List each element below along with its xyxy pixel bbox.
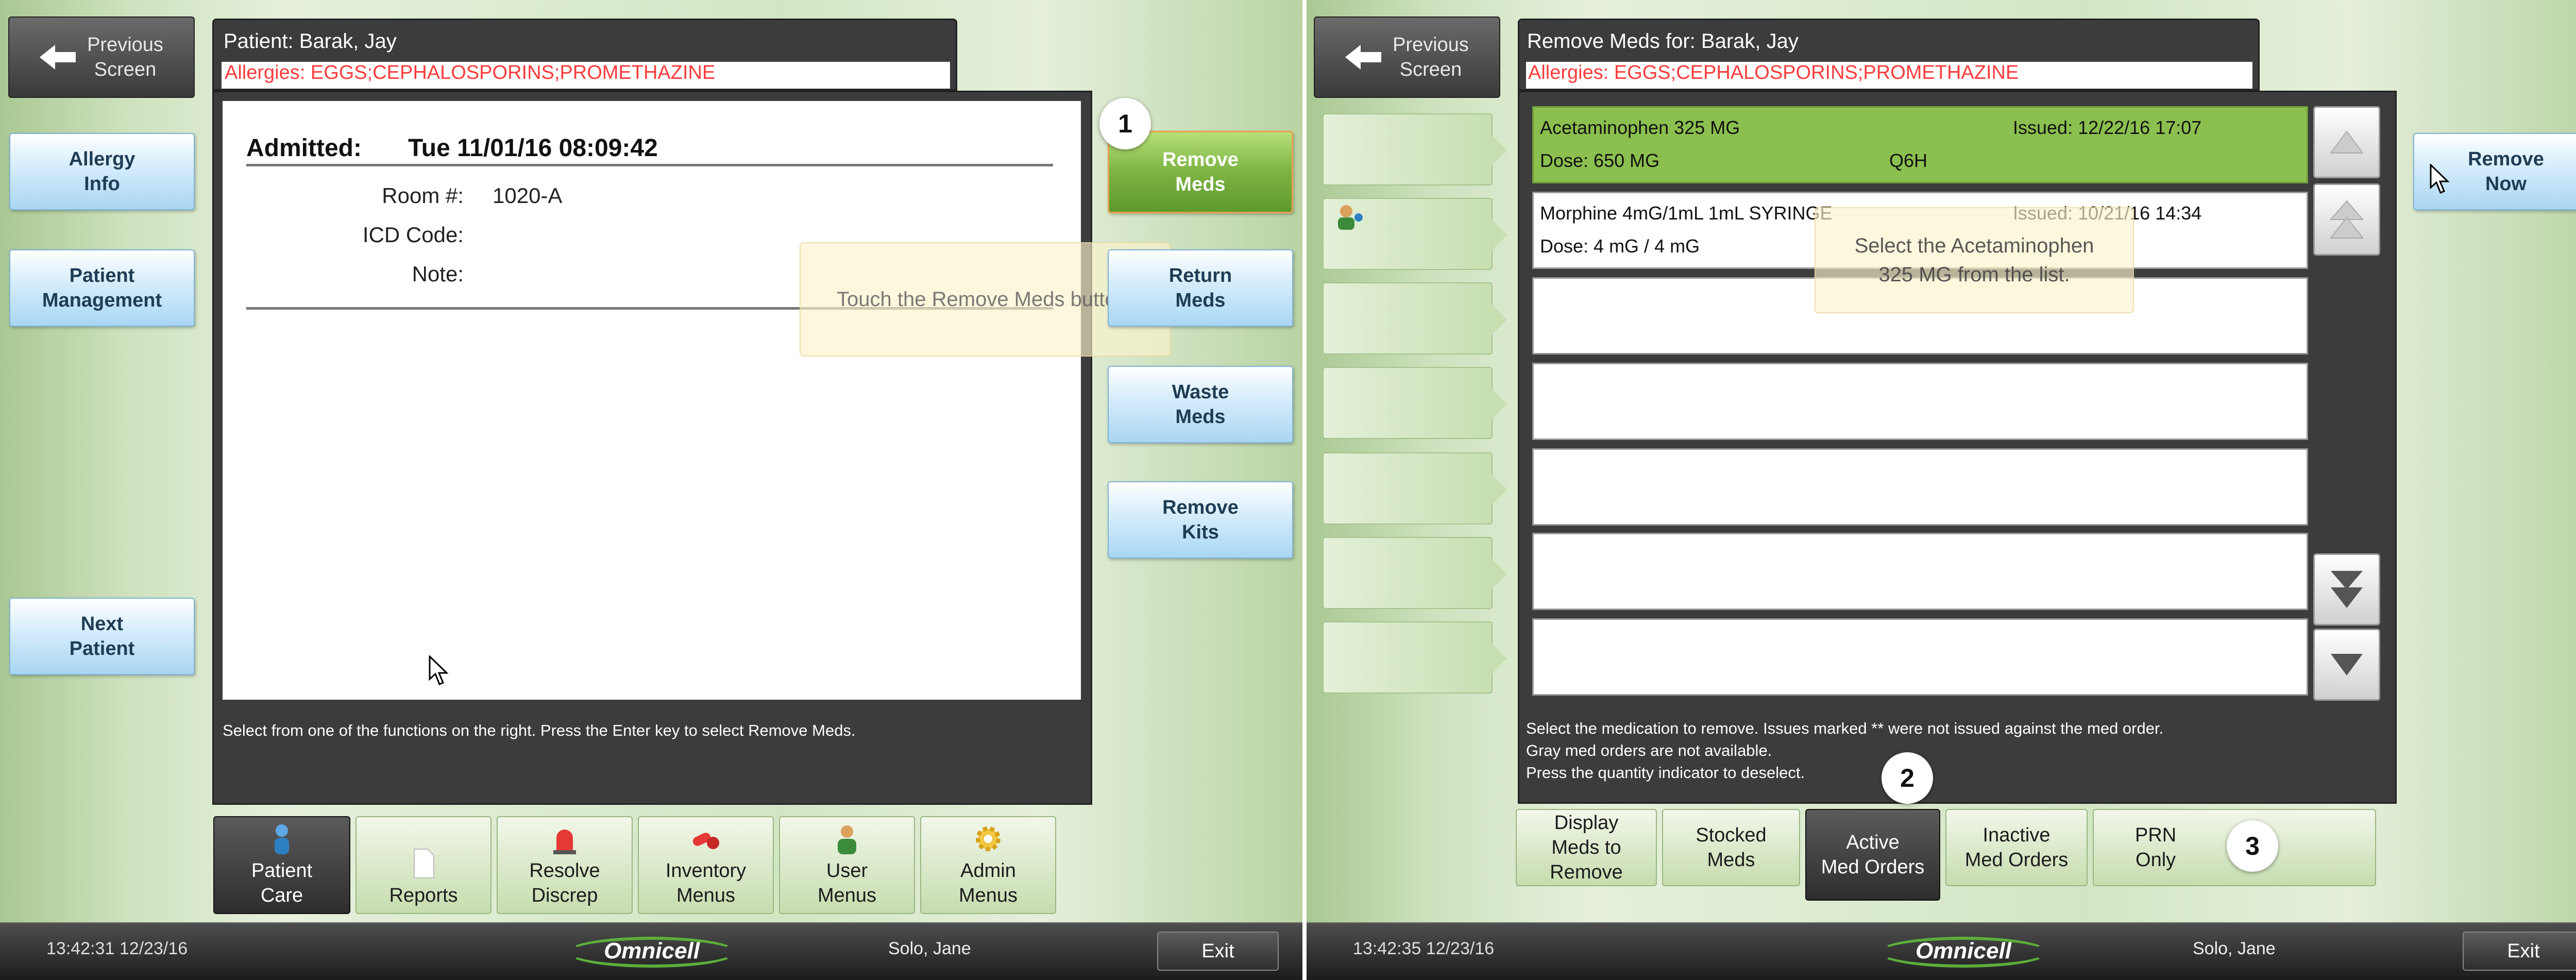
patient-icon bbox=[275, 824, 289, 854]
patient-management-button[interactable]: Patient Management bbox=[9, 249, 195, 327]
tab-stocked-meds[interactable]: Stocked Meds bbox=[1662, 809, 1800, 886]
med-issued: Issued: 12/22/16 17:07 bbox=[2013, 117, 2202, 138]
exit-button[interactable]: Exit bbox=[2463, 932, 2576, 971]
step-callout-2: 2 bbox=[1882, 752, 1933, 804]
med-name: Morphine 4mG/1mL 1mL SYRINGE bbox=[1540, 202, 1833, 224]
note-label: Note: bbox=[412, 262, 464, 286]
user-icon bbox=[1338, 205, 1363, 230]
gear-icon bbox=[976, 826, 1001, 851]
allergies-text: Allergies: EGGS;CEPHALOSPORINS;PROMETHAZ… bbox=[222, 62, 950, 89]
user-name: Solo, Jane bbox=[888, 939, 971, 958]
previous-screen-button[interactable]: Previous Screen bbox=[8, 16, 195, 98]
mouse-cursor-icon bbox=[2430, 163, 2450, 195]
row-tab[interactable] bbox=[1323, 452, 1507, 525]
step-callout-3: 3 bbox=[2227, 820, 2278, 872]
patient-title: Patient: Barak, Jay bbox=[224, 30, 397, 53]
tab-label: Patient Care bbox=[251, 860, 313, 906]
status-bar: 13:42:31 12/23/16 Omnicell Solo, Jane Ex… bbox=[0, 922, 1302, 980]
med-row-empty[interactable] bbox=[1532, 533, 2308, 610]
screen-separator bbox=[1302, 0, 1307, 980]
main-menu-tabs: Patient Care Reports Resolve Discrep Inv… bbox=[213, 816, 1061, 914]
mouse-cursor-icon bbox=[429, 654, 449, 686]
row-tab[interactable] bbox=[1323, 367, 1507, 439]
tab-inventory-menus[interactable]: Inventory Menus bbox=[638, 816, 774, 914]
allergy-info-button[interactable]: Allergy Info bbox=[9, 133, 195, 210]
instruction-text: Select the medication to remove. Issues … bbox=[1526, 719, 2164, 782]
user-icon bbox=[838, 825, 856, 854]
pills-icon bbox=[692, 833, 719, 849]
icd-code-label: ICD Code: bbox=[362, 223, 464, 247]
admitted-label: Admitted: bbox=[246, 134, 362, 162]
med-row-acetaminophen[interactable]: Acetaminophen 325 MG Issued: 12/22/16 17… bbox=[1532, 106, 2308, 183]
admitted-value: Tue 11/01/16 08:09:42 bbox=[408, 134, 658, 162]
divider bbox=[246, 164, 1053, 166]
alert-light-icon bbox=[553, 830, 576, 854]
row-tab[interactable] bbox=[1323, 621, 1507, 694]
step-callout-1: 1 bbox=[1099, 98, 1151, 149]
scroll-down-icon[interactable] bbox=[2313, 629, 2380, 701]
tab-patient-care[interactable]: Patient Care bbox=[213, 816, 350, 914]
med-dose: Dose: 4 mG / 4 mG bbox=[1540, 235, 1700, 257]
row-tab[interactable] bbox=[1323, 282, 1507, 354]
waste-meds-button[interactable]: Waste Meds bbox=[1108, 366, 1293, 443]
med-row-empty[interactable] bbox=[1532, 363, 2308, 440]
next-patient-button[interactable]: Next Patient bbox=[9, 598, 195, 675]
remove-meds-title: Remove Meds for: Barak, Jay bbox=[1527, 30, 1799, 53]
tab-reports[interactable]: Reports bbox=[355, 816, 492, 914]
row-tab[interactable] bbox=[1323, 113, 1507, 185]
back-arrow-icon bbox=[1345, 43, 1382, 72]
previous-screen-button[interactable]: Previous Screen bbox=[1314, 16, 1500, 98]
tab-label: Admin Menus bbox=[958, 860, 1018, 906]
med-row-empty[interactable] bbox=[1532, 618, 2308, 696]
tab-active-med-orders[interactable]: Active Med Orders bbox=[1805, 809, 1940, 901]
row-tab[interactable] bbox=[1323, 537, 1507, 609]
tab-label: Reports bbox=[389, 885, 458, 906]
tab-admin-menus[interactable]: Admin Menus bbox=[920, 816, 1056, 914]
user-name: Solo, Jane bbox=[2193, 939, 2276, 958]
back-arrow-icon bbox=[40, 43, 77, 72]
clock-text: 13:42:31 12/23/16 bbox=[46, 939, 188, 958]
previous-screen-label: Previous Screen bbox=[87, 34, 163, 80]
scroll-up-icon[interactable] bbox=[2313, 106, 2380, 178]
room-label: Room #: bbox=[382, 183, 464, 208]
document-icon bbox=[414, 849, 434, 878]
left-screen: Previous Screen Allergy Info Patient Man… bbox=[0, 0, 1302, 980]
tab-resolve-discrep[interactable]: Resolve Discrep bbox=[497, 816, 633, 914]
tab-label: Inventory Menus bbox=[665, 860, 747, 906]
tab-label: Resolve Discrep bbox=[529, 860, 600, 906]
row-tab[interactable] bbox=[1323, 198, 1507, 270]
instruction-text: Select from one of the functions on the … bbox=[223, 721, 856, 739]
omnicell-logo: Omnicell bbox=[1878, 933, 2048, 970]
med-frequency: Q6H bbox=[1889, 150, 1928, 171]
med-row-empty[interactable] bbox=[1532, 448, 2308, 526]
return-meds-button[interactable]: Return Meds bbox=[1108, 249, 1293, 327]
omnicell-logo: Omnicell bbox=[567, 933, 737, 970]
page-down-icon[interactable] bbox=[2313, 553, 2380, 626]
tab-user-menus[interactable]: User Menus bbox=[779, 816, 915, 914]
status-bar: 13:42:35 12/23/16 Omnicell Solo, Jane Ex… bbox=[1307, 922, 2576, 980]
tab-display-meds-to-remove[interactable]: Display Meds to Remove bbox=[1516, 809, 1657, 886]
exit-button[interactable]: Exit bbox=[1157, 932, 1279, 971]
page-up-icon[interactable] bbox=[2313, 183, 2380, 256]
tab-inactive-med-orders[interactable]: Inactive Med Orders bbox=[1945, 809, 2088, 886]
med-name: Acetaminophen 325 MG bbox=[1540, 117, 1740, 138]
allergies-text: Allergies: EGGS;CEPHALOSPORINS;PROMETHAZ… bbox=[1526, 62, 2252, 89]
previous-screen-label: Previous Screen bbox=[1393, 34, 1469, 80]
remove-kits-button[interactable]: Remove Kits bbox=[1108, 481, 1293, 559]
med-dose: Dose: 650 MG bbox=[1540, 150, 1660, 171]
room-value: 1020-A bbox=[493, 183, 563, 208]
tab-label: User Menus bbox=[817, 860, 877, 906]
hint-tooltip: Select the Acetaminophen 325 MG from the… bbox=[1815, 207, 2134, 313]
clock-text: 13:42:35 12/23/16 bbox=[1353, 939, 1495, 958]
